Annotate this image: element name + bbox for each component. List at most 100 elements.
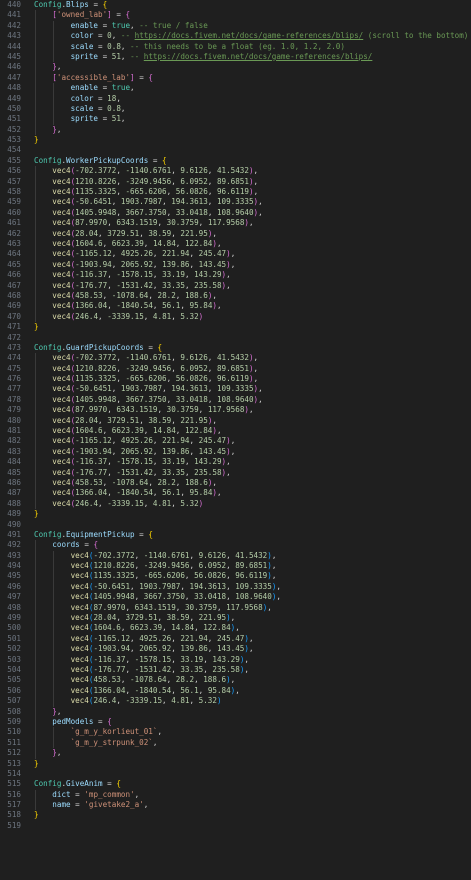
code-text: vec4(-50.6451, 1903.7987, 194.3613, 109.… — [70, 581, 281, 591]
code-line[interactable]: 515 Config.GiveAnim = { — [0, 779, 471, 789]
code-line[interactable]: 453} — [0, 135, 471, 145]
code-line[interactable]: 468 vec4(458.53, -1078.64, 28.2, 188.6), — [0, 290, 471, 302]
code-line[interactable]: 459 vec4(-50.6451, 1903.7987, 194.3613, … — [0, 197, 471, 208]
code-line[interactable]: 499 vec4(28.04, 3729.51, 38.59, 221.95), — [0, 613, 471, 624]
code-line[interactable]: 505 vec4(458.53, -1078.64, 28.2, 188.6), — [0, 675, 471, 686]
code-text: vec4(-1903.94, 2065.92, 139.86, 143.45), — [52, 259, 236, 269]
code-line[interactable]: 441 ['owned_lab'] = { — [0, 10, 471, 21]
code-line[interactable]: 457 vec4(1210.8226, -3249.9456, 6.0952, … — [0, 176, 471, 188]
code-text: vec4(1135.3325, -665.6206, 56.0826, 96.6… — [70, 571, 277, 581]
code-line[interactable]: 450 scale = 0.8, — [0, 103, 471, 115]
code-line[interactable]: 491 Config.EquipmentPickup = { — [0, 530, 471, 540]
code-line[interactable]: 476 vec4(1135.3325, -665.6206, 56.0826, … — [0, 374, 471, 385]
indent-guide — [53, 41, 55, 52]
code-line[interactable]: 497 vec4(1405.9948, 3667.3750, 33.0418, … — [0, 592, 471, 603]
code-line[interactable]: 484 vec4(-116.37, -1578.15, 33.19, 143.2… — [0, 457, 471, 468]
code-line[interactable]: 509 pedModels = { — [0, 716, 471, 728]
indent-guide — [35, 270, 36, 281]
code-line[interactable]: 466 vec4(-116.37, -1578.15, 33.19, 143.2… — [0, 270, 471, 281]
code-line[interactable]: 494 vec4(1210.8226, -3249.9456, 6.0952, … — [0, 561, 471, 572]
code-editor[interactable]: 440 Config.Blips = {441 ['owned_lab'] = {… — [0, 0, 471, 880]
code-line[interactable]: 483 vec4(-1903.94, 2065.92, 139.86, 143.… — [0, 446, 471, 458]
code-line[interactable]: 519 — [0, 821, 471, 831]
code-line[interactable]: 518} — [0, 810, 471, 820]
code-line[interactable]: 463 vec4(1604.6, 6623.39, 14.84, 122.84)… — [0, 238, 471, 250]
code-line[interactable]: 503 vec4(-116.37, -1578.15, 33.19, 143.2… — [0, 654, 471, 665]
code-line[interactable]: 485 vec4(-176.77, -1531.42, 33.35, 235.5… — [0, 467, 471, 478]
code-line[interactable]: 458 vec4(1135.3325, -665.6206, 56.0826, … — [0, 187, 471, 198]
indent-guide — [35, 696, 36, 707]
code-line[interactable]: 496 vec4(-50.6451, 1903.7987, 194.3613, … — [0, 581, 471, 593]
code-line[interactable]: 478 vec4(1405.9948, 3667.3750, 33.0418, … — [0, 394, 471, 406]
code-line[interactable]: 462 vec4(28.04, 3729.51, 38.59, 221.95), — [0, 228, 471, 239]
code-line[interactable]: 446 }, — [0, 62, 471, 73]
indent-guide — [53, 103, 55, 115]
line-number: 493 — [7, 550, 21, 560]
code-text: vec4(87.9970, 6343.1519, 30.3759, 117.95… — [52, 405, 254, 415]
code-line[interactable]: 465 vec4(-1903.94, 2065.92, 139.86, 143.… — [0, 259, 471, 271]
code-line[interactable]: 480 vec4(28.04, 3729.51, 38.59, 221.95), — [0, 415, 471, 427]
code-line[interactable]: 454 — [0, 145, 471, 155]
code-line[interactable]: 471} — [0, 322, 471, 332]
code-line[interactable]: 511 `g_m_y_strpunk_02`, — [0, 737, 471, 749]
code-line[interactable]: 513} — [0, 759, 471, 769]
code-line[interactable]: 455 Config.WorkerPickupCoords = { — [0, 156, 471, 166]
code-line[interactable]: 490 — [0, 520, 471, 530]
code-line[interactable]: 500 vec4(1604.6, 6623.39, 14.84, 122.84)… — [0, 623, 471, 634]
code-line[interactable]: 507 vec4(246.4, -3339.15, 4.81, 5.32) — [0, 696, 471, 707]
code-line[interactable]: 440 Config.Blips = { — [0, 0, 471, 10]
code-line[interactable]: 516 dict = 'mp_common', — [0, 789, 471, 801]
line-number: 508 — [7, 706, 21, 716]
code-line[interactable]: 445 sprite = 51, -- https://docs.fivem.n… — [0, 51, 471, 63]
indent-guide — [35, 259, 36, 271]
code-line[interactable]: 456 vec4(-702.3772, -1140.6761, 9.6126, … — [0, 166, 471, 177]
code-line[interactable]: 501 vec4(-1165.12, 4925.26, 221.94, 245.… — [0, 633, 471, 645]
code-line[interactable]: 510 `g_m_y_korlieut_01`, — [0, 727, 471, 738]
code-line[interactable]: 449 color = 18, — [0, 93, 471, 104]
code-line[interactable]: 447 ['accessible_lab'] = { — [0, 72, 471, 84]
code-line[interactable]: 443 color = 0, -- https://docs.fivem.net… — [0, 31, 471, 42]
code-line[interactable]: 508 }, — [0, 706, 471, 717]
code-line[interactable]: 477 vec4(-50.6451, 1903.7987, 194.3613, … — [0, 384, 471, 395]
code-line[interactable]: 469 vec4(1366.04, -1840.54, 56.1, 95.84)… — [0, 301, 471, 312]
indent-guide — [53, 727, 55, 738]
code-line[interactable]: 512 }, — [0, 748, 471, 759]
code-line[interactable]: 506 vec4(1366.04, -1840.54, 56.1, 95.84)… — [0, 685, 471, 697]
code-line[interactable]: 489} — [0, 509, 471, 519]
code-line[interactable]: 475 vec4(1210.8226, -3249.9456, 6.0952, … — [0, 363, 471, 375]
code-line[interactable]: 444 scale = 0.8, -- this needs to be a f… — [0, 41, 471, 52]
line-number: 483 — [7, 446, 21, 456]
code-line[interactable]: 460 vec4(1405.9948, 3667.3750, 33.0418, … — [0, 207, 471, 219]
code-text: vec4(1135.3325, -665.6206, 56.0826, 96.6… — [52, 187, 259, 197]
line-number: 478 — [7, 394, 21, 404]
code-line[interactable]: 502 vec4(-1903.94, 2065.92, 139.86, 143.… — [0, 644, 471, 655]
code-line[interactable]: 498 vec4(87.9970, 6343.1519, 30.3759, 11… — [0, 602, 471, 614]
code-line[interactable]: 514 — [0, 769, 471, 779]
code-text: color = 18, — [70, 93, 121, 103]
code-line[interactable]: 492 coords = { — [0, 540, 471, 551]
code-line[interactable]: 467 vec4(-176.77, -1531.42, 33.35, 235.5… — [0, 280, 471, 291]
code-line[interactable]: 452 }, — [0, 124, 471, 136]
code-line[interactable]: 448 enable = true, — [0, 83, 471, 94]
code-line[interactable]: 442 enable = true, -- true / false — [0, 20, 471, 32]
code-line[interactable]: 486 vec4(458.53, -1078.64, 28.2, 188.6), — [0, 477, 471, 489]
code-line[interactable]: 451 sprite = 51, — [0, 114, 471, 125]
code-line[interactable]: 481 vec4(1604.6, 6623.39, 14.84, 122.84)… — [0, 426, 471, 437]
code-line[interactable]: 493 vec4(-702.3772, -1140.6761, 9.6126, … — [0, 550, 471, 562]
code-line[interactable]: 470 vec4(246.4, -3339.15, 4.81, 5.32) — [0, 311, 471, 323]
code-text: }, — [52, 706, 62, 716]
code-line[interactable]: 495 vec4(1135.3325, -665.6206, 56.0826, … — [0, 571, 471, 582]
code-line[interactable]: 487 vec4(1366.04, -1840.54, 56.1, 95.84)… — [0, 488, 471, 499]
code-line[interactable]: 461 vec4(87.9970, 6343.1519, 30.3759, 11… — [0, 218, 471, 229]
code-line[interactable]: 482 vec4(-1165.12, 4925.26, 221.94, 245.… — [0, 436, 471, 447]
code-line[interactable]: 517 name = 'givetake2_a', — [0, 800, 471, 811]
indent-guide — [35, 446, 36, 458]
code-line[interactable]: 488 vec4(246.4, -3339.15, 4.81, 5.32) — [0, 498, 471, 510]
code-text: coords = { — [52, 540, 99, 550]
code-line[interactable]: 464 vec4(-1165.12, 4925.26, 221.94, 245.… — [0, 249, 471, 260]
code-line[interactable]: 473 Config.GuardPickupCoords = { — [0, 343, 471, 353]
code-line[interactable]: 504 vec4(-176.77, -1531.42, 33.35, 235.5… — [0, 665, 471, 676]
code-line[interactable]: 474 vec4(-702.3772, -1140.6761, 9.6126, … — [0, 353, 471, 364]
code-line[interactable]: 479 vec4(87.9970, 6343.1519, 30.3759, 11… — [0, 405, 471, 416]
code-line[interactable]: 472 — [0, 333, 471, 343]
